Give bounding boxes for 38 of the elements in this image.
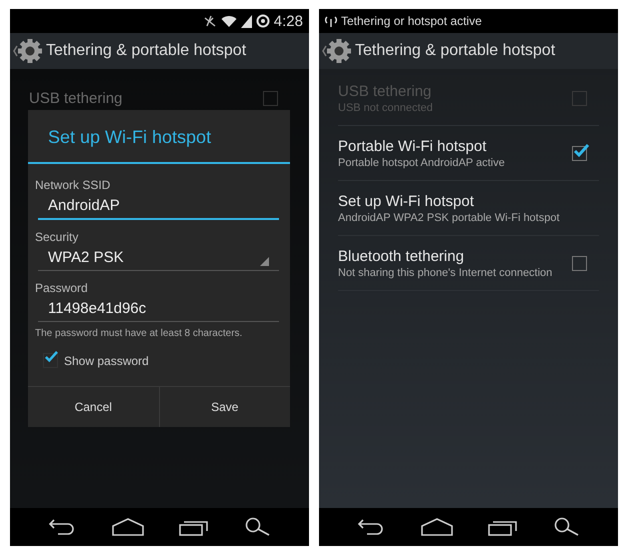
field-label: Network SSID (35, 178, 112, 192)
check-icon (573, 144, 589, 158)
clock-time: 4:28 (274, 12, 303, 30)
back-icon[interactable] (356, 518, 385, 536)
signal-icon (240, 14, 252, 28)
dropdown[interactable]: WPA2 PSK (38, 244, 279, 271)
settings-icon[interactable] (12, 38, 42, 64)
setting-summary: AndroidAP WPA2 PSK portable Wi-Fi hotspot (338, 212, 561, 224)
show-password-checkbox[interactable]: Show password (43, 353, 282, 368)
setting-summary: Portable hotspot AndroidAP active (338, 156, 506, 168)
setting-title[interactable]: Bluetooth tethering (338, 248, 562, 264)
setting-summary: Not sharing this phone's Internet connection (338, 266, 554, 278)
setting-summary: USB not connected (338, 102, 434, 114)
setting-title[interactable]: Portable Wi-Fi hotspot (338, 138, 562, 154)
dialog-title: Set up Wi-Fi hotspot (28, 110, 290, 164)
field-label: Password (35, 281, 89, 295)
input-field[interactable]: 11498e41d96c (38, 295, 279, 322)
home-icon[interactable] (420, 518, 453, 536)
notification-text: Tethering or hotspot active (341, 14, 482, 28)
setting-title[interactable]: Set up Wi-Fi hotspot (338, 192, 599, 210)
screen-title: Tethering & portable hotspot (355, 42, 556, 60)
recent-apps-icon[interactable] (488, 518, 518, 536)
dropdown-corner-icon (260, 257, 269, 266)
search-icon[interactable] (245, 517, 272, 537)
field-label: Security (35, 230, 80, 244)
home-icon[interactable] (112, 518, 144, 536)
hint-text: The password must have at least 8 characters. (35, 328, 244, 339)
checkbox[interactable] (572, 256, 587, 270)
check-icon (44, 351, 58, 363)
checkbox[interactable] (572, 146, 587, 160)
recent-apps-icon[interactable] (179, 518, 210, 536)
back-icon[interactable] (48, 518, 76, 536)
screen-title: Tethering & portable hotspot (46, 42, 246, 60)
wifi-icon (220, 14, 237, 28)
input-field[interactable]: AndroidAP (38, 192, 279, 220)
hotspot-icon (325, 15, 337, 27)
settings-icon[interactable] (321, 38, 351, 64)
search-icon[interactable] (554, 517, 580, 537)
